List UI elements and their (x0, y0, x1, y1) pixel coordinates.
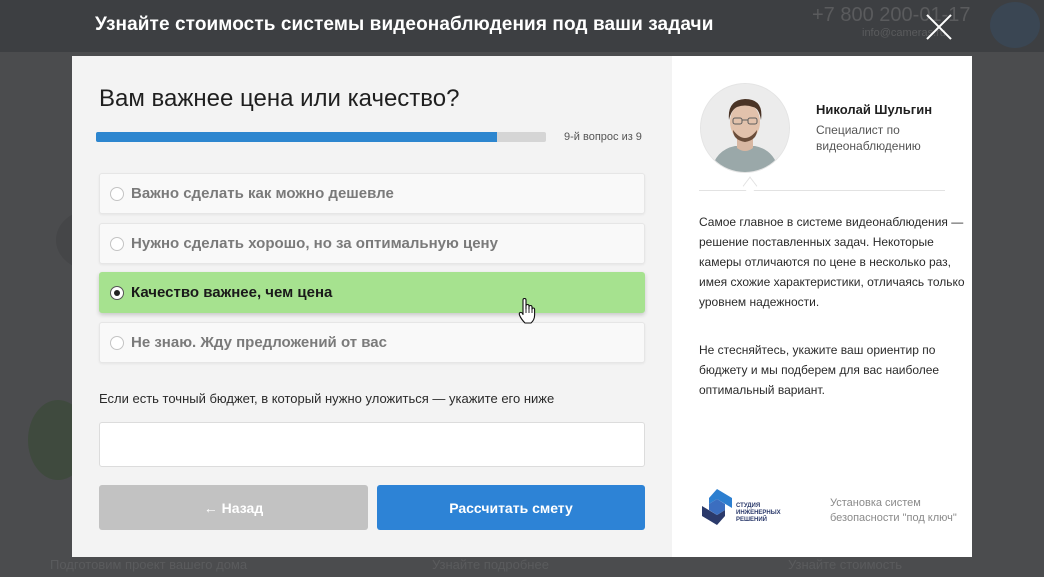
expert-role: Специалист по видеонаблюдению (816, 123, 921, 153)
expert-text: Самое главное в системе видеонаблюдения … (699, 215, 965, 309)
radio-button[interactable] (110, 236, 124, 251)
expert-panel: Николай Шульгин Специалист по видеонаблю… (672, 56, 972, 557)
expert-text: Не стесняйтесь, укажите ваш ориентир по … (699, 343, 940, 397)
brand-tagline: Установка систем безопасности "под ключ" (830, 497, 957, 524)
progress-bar (96, 132, 546, 142)
expert-avatar (701, 84, 789, 172)
answer-option[interactable]: Качество важнее, чем цена (99, 272, 645, 313)
budget-input[interactable] (99, 422, 645, 467)
answer-label: Важно сделать как можно дешевле (131, 185, 394, 202)
quiz-modal: Вам важнее цена или качество? 9-й вопрос… (72, 56, 972, 557)
hand-cursor-icon (518, 298, 536, 324)
answer-option[interactable]: Важно сделать как можно дешевле (99, 173, 645, 214)
background-link: Узнайте стоимость (788, 557, 903, 572)
calculate-button[interactable]: Рассчитать смету (377, 485, 645, 530)
answer-label: Нужно сделать хорошо, но за оптимальную … (131, 235, 498, 252)
divider-notch (742, 176, 758, 196)
progress-label: 9-й вопрос из 9 (564, 131, 642, 143)
answer-label: Не знаю. Жду предложений от вас (131, 334, 387, 351)
overlay-title: Узнайте стоимость системы видеонаблюдени… (95, 14, 714, 35)
back-button[interactable]: ← Назад (99, 485, 368, 530)
background-link: Подготовим проект вашего дома (50, 557, 248, 572)
close-icon[interactable] (924, 12, 954, 42)
radio-button[interactable] (110, 285, 124, 300)
quiz-panel: Вам важнее цена или качество? 9-й вопрос… (72, 56, 672, 557)
expert-name: Николай Шульгин (816, 102, 933, 117)
radio-button[interactable] (110, 335, 124, 350)
answer-label: Качество важнее, чем цена (131, 284, 333, 301)
brand-logo-icon (702, 489, 732, 525)
background-phone-icon (990, 2, 1040, 48)
answer-option[interactable]: Не знаю. Жду предложений от вас (99, 322, 645, 363)
divider (699, 190, 945, 191)
radio-button[interactable] (110, 186, 124, 201)
progress-fill (96, 132, 497, 142)
answer-option[interactable]: Нужно сделать хорошо, но за оптимальную … (99, 223, 645, 264)
budget-label: Если есть точный бюджет, в который нужно… (99, 391, 555, 406)
brand-caption: СТУДИЯ ИНЖЕНЕРНЫХ РЕШЕНИЙ (736, 503, 781, 523)
background-link: Узнайте подробнее (432, 557, 549, 572)
expert-photo (701, 84, 789, 172)
question-title: Вам важнее цена или качество? (99, 85, 460, 112)
